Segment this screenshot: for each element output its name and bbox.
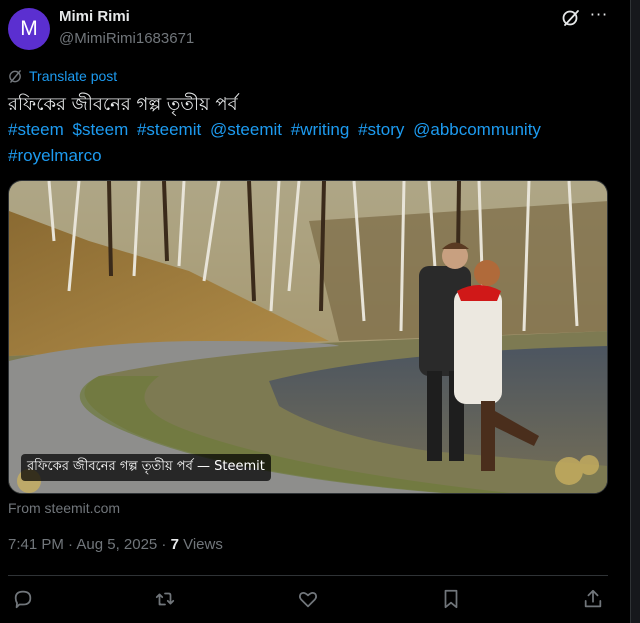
author-handle[interactable]: @MimiRimi1683671 [59,30,194,47]
translate-post-link[interactable]: Translate post [8,68,117,84]
hashtag-link[interactable]: #steemit [137,120,201,139]
like-icon[interactable] [297,588,321,612]
hashtag-list: #steem $steem #steemit @steemit #writing… [8,117,608,169]
hashtag-link[interactable]: #steem [8,120,64,139]
more-icon[interactable]: ··· [588,6,610,28]
link-card[interactable]: রফিকের জীবনের গল্প তৃতীয় পর্ব — Steemit [8,180,608,494]
mention-link[interactable]: @abbcommunity [413,120,541,139]
hashtag-link[interactable]: $steem [72,120,128,139]
hashtag-link[interactable]: #royelmarco [8,146,102,165]
repost-icon[interactable] [154,588,178,612]
card-image [9,181,607,493]
hashtag-link[interactable]: #story [358,120,404,139]
post-meta: 7:41 PM · Aug 5, 2025 · 7 Views [8,536,223,553]
divider [8,575,608,576]
views-count: 7 [170,536,179,553]
share-icon[interactable] [582,588,606,612]
reply-icon[interactable] [12,588,36,612]
translate-icon [9,69,21,83]
author-name[interactable]: Mimi Rimi [59,8,130,25]
action-bar [8,586,608,614]
hashtag-link[interactable]: #writing [291,120,350,139]
bookmark-icon[interactable] [440,588,464,612]
card-caption: রফিকের জীবনের গল্প তৃতীয় পর্ব — Steemit [21,454,271,481]
scrollbar-track[interactable] [630,0,640,623]
mention-link[interactable]: @steemit [210,120,282,139]
views-label: Views [178,536,223,553]
card-source[interactable]: From steemit.com [8,500,120,516]
post-datetime[interactable]: 7:41 PM · Aug 5, 2025 · [8,536,171,553]
grok-icon[interactable] [561,8,581,28]
translate-label[interactable]: Translate post [29,68,117,84]
avatar[interactable]: M [8,8,50,50]
